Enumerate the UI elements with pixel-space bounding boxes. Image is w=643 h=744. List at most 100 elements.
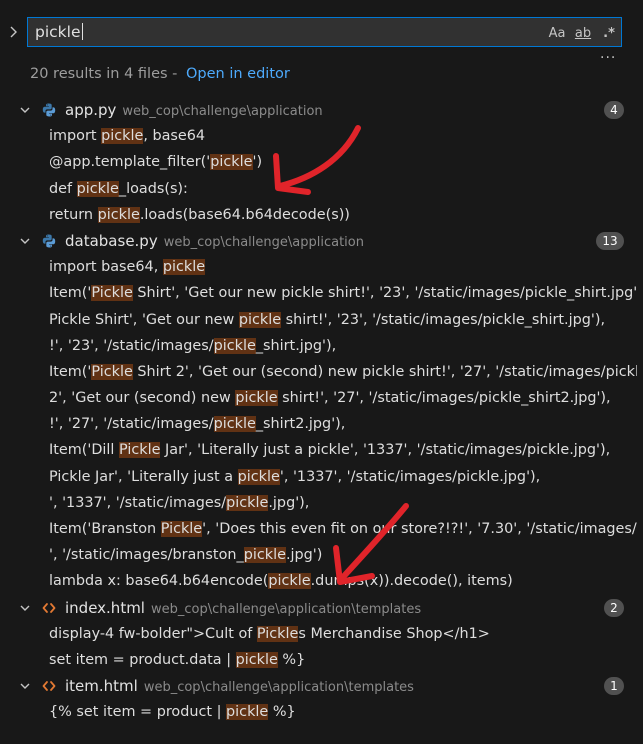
match-highlight: pickle [243,547,286,564]
match-highlight: pickle [162,259,206,276]
match-line[interactable]: def pickle_loads(s): [0,176,643,202]
match-context: 2', 'Get our (second) new [49,390,236,407]
match-highlight: pickle [238,311,282,328]
match-highlight: pickle [213,337,256,354]
match-context: Item('Branston [49,521,161,537]
match-highlight: pickle [226,704,269,721]
match-highlight: pickle [213,416,256,433]
match-context: .jpg') [285,547,323,564]
match-text: def pickle_loads(s): [49,176,637,202]
match-context: ', '1337', '/static/images/pickle.jpg'), [279,468,541,485]
search-input[interactable]: pickle Aa ab .* [27,17,622,47]
match-line[interactable]: @app.template_filter('pickle') [0,149,643,175]
match-context: Shirt', 'Get our new pickle shirt!', '23… [132,285,637,302]
file-path: web_cop\challenge\application\templates [143,680,414,696]
match-line[interactable]: Item('Pickle Shirt 2', 'Get our (second)… [0,359,643,385]
match-line[interactable]: import base64, pickle [0,254,643,280]
results-count-text: 20 results in 4 files - [30,66,182,82]
chevron-down-icon[interactable] [18,228,32,254]
match-text: ', '/static/images/branston_pickle.jpg') [49,542,637,568]
match-line[interactable]: Item('Branston Pickle', 'Does this even … [0,516,643,542]
match-line[interactable]: ', '/static/images/branston_pickle.jpg') [0,542,643,568]
match-highlight: Pickle [160,521,203,537]
match-context: import [49,128,102,145]
match-highlight: Pickle [256,625,299,642]
match-count-badge: 1 [604,677,624,696]
match-highlight: pickle [237,468,280,485]
match-text: {% set item = product | pickle %} [49,699,637,725]
use-regex-button[interactable]: .* [600,23,618,43]
file-name-text: index.html [65,598,145,617]
match-line[interactable]: import pickle, base64 [0,123,643,149]
file-name: app.py web_cop\challenge\application [65,97,323,123]
match-context: def [49,180,77,197]
match-context: Pickle Jar', 'Literally just a [49,468,238,485]
match-highlight: Pickle [91,285,133,302]
match-context: !', '27', '/static/images/ [49,416,214,433]
match-context: ', '1337', '/static/images/ [49,494,227,511]
match-highlight: pickle [268,573,311,590]
match-context: return [49,206,98,223]
open-in-editor-link[interactable]: Open in editor [186,66,290,82]
match-context: _loads(s): [118,180,188,197]
file-result-3[interactable]: item.html web_cop\challenge\application\t… [0,673,643,699]
results-summary: 20 results in 4 files - Open in editor [30,66,290,82]
match-text: Pickle Shirt', 'Get our new pickle shirt… [49,307,637,333]
match-text: !', '27', '/static/images/pickle_shirt2.… [49,411,637,437]
match-highlight: pickle [101,128,144,145]
match-line[interactable]: set item = product.data | pickle %} [0,647,643,673]
file-result-1[interactable]: database.py web_cop\challenge\application… [0,228,643,254]
match-context: !', '23', '/static/images/ [49,337,214,354]
file-name-text: item.html [65,677,138,696]
match-count-badge: 13 [596,231,624,250]
match-context: Shirt 2', 'Get our (second) new pickle s… [132,363,637,380]
match-line[interactable]: Item('Dill Pickle Jar', 'Literally just … [0,437,643,463]
match-highlight: Pickle [91,363,133,380]
file-name: index.html web_cop\challenge\application\… [65,595,421,621]
match-context: .jpg'), [268,494,310,511]
match-line[interactable]: Item('Pickle Shirt', 'Get our new pickle… [0,280,643,306]
match-line[interactable]: display-4 fw-bolder">Cult of Pickles Mer… [0,621,643,647]
match-line[interactable]: lambda x: base64.b64encode(pickle.dumps(… [0,568,643,594]
match-context: lambda x: base64.b64encode( [49,573,269,590]
match-context: s Merchandise Shop</h1> [298,625,490,642]
search-results-tree: app.py web_cop\challenge\application 4 impo… [0,97,643,726]
match-whole-word-button[interactable]: ab [572,23,594,43]
match-line[interactable]: {% set item = product | pickle %} [0,699,643,725]
match-text: Pickle Jar', 'Literally just a pickle', … [49,464,637,490]
match-line[interactable]: !', '23', '/static/images/pickle_shirt.j… [0,333,643,359]
match-context: .dumps(x)).decode(), items) [310,573,513,590]
match-text: Item('Branston Pickle', 'Does this even … [49,516,637,542]
more-actions-icon[interactable]: ··· [600,50,616,66]
match-highlight: pickle [235,651,278,668]
match-context: Item(' [49,363,92,380]
file-path: web_cop\challenge\application\templates [150,601,422,617]
chevron-down-icon[interactable] [18,97,32,123]
file-result-2[interactable]: index.html web_cop\challenge\application\… [0,595,643,621]
chevron-down-icon[interactable] [18,673,32,699]
match-count-badge: 4 [604,101,624,119]
match-highlight: pickle [210,154,253,171]
match-line[interactable]: 2', 'Get our (second) new pickle shirt!'… [0,385,643,411]
match-context: _shirt2.jpg'), [255,416,346,433]
html-icon [41,673,59,699]
match-text: Item('Dill Pickle Jar', 'Literally just … [49,437,637,463]
match-context: Jar', 'Literally just a pickle', '1337',… [160,442,611,459]
match-context: %} [268,704,296,721]
file-path: web_cop\challenge\application [122,104,323,119]
chevron-down-icon[interactable] [18,595,32,621]
file-result-0[interactable]: app.py web_cop\challenge\application 4 [0,97,643,123]
match-case-button[interactable]: Aa [548,23,566,43]
match-line[interactable]: !', '27', '/static/images/pickle_shirt2.… [0,411,643,437]
match-text: return pickle.loads(base64.b64decode(s)) [49,202,637,228]
match-highlight: pickle [76,180,119,197]
toggle-replace-chevron-icon[interactable] [6,24,20,40]
match-context: Item('Dill [49,442,119,459]
match-line[interactable]: Pickle Shirt', 'Get our new pickle shirt… [0,307,643,333]
match-line[interactable]: ', '1337', '/static/images/pickle.jpg'), [0,490,643,516]
match-text: display-4 fw-bolder">Cult of Pickles Mer… [49,621,637,647]
match-highlight: pickle [235,390,278,407]
match-context: , base64 [143,128,206,145]
match-line[interactable]: return pickle.loads(base64.b64decode(s)) [0,202,643,228]
match-line[interactable]: Pickle Jar', 'Literally just a pickle', … [0,464,643,490]
